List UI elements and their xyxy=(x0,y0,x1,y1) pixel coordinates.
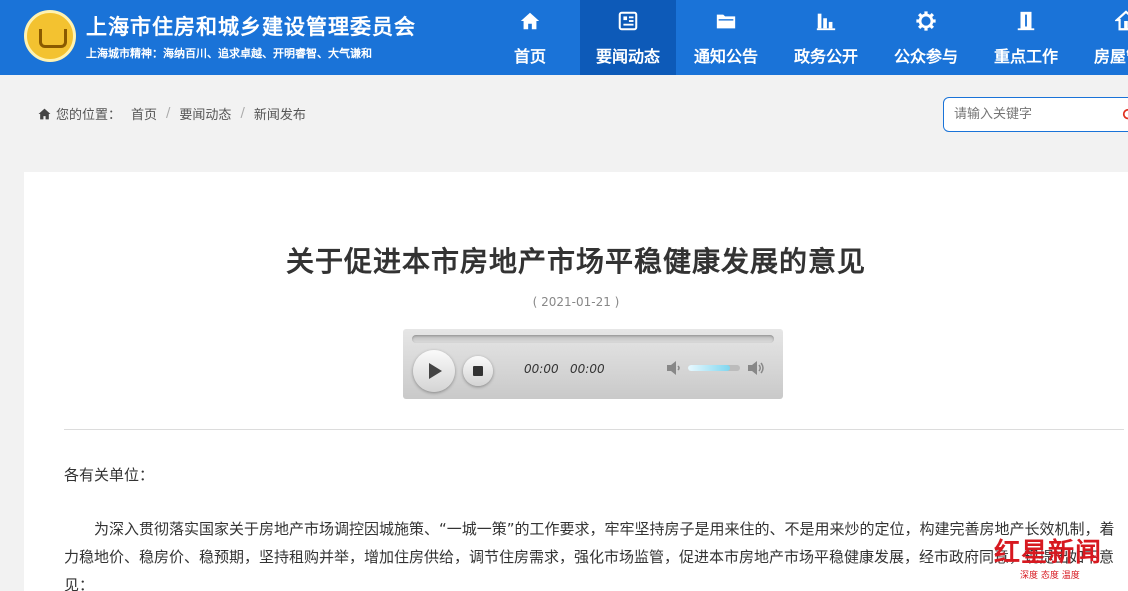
watermark-tagline: 深度 态度 温度 xyxy=(1020,571,1080,581)
site-title[interactable]: 上海市住房和城乡建设管理委员会 xyxy=(86,11,416,41)
audio-progress-bar[interactable] xyxy=(412,335,774,343)
news-icon xyxy=(618,11,638,31)
breadcrumb: 您的位置： 首页 / 要闻动态 / 新闻发布 xyxy=(38,104,306,123)
current-time: 00:00 xyxy=(524,362,559,376)
volume-icon[interactable] xyxy=(747,360,765,376)
bar-chart-icon xyxy=(816,13,836,31)
watermark-logo: 红星新闻 深度 态度 温度 xyxy=(994,532,1124,584)
breadcrumb-separator: / xyxy=(240,106,245,121)
article-date: ( 2021-01-21 ) xyxy=(532,295,620,309)
stop-button[interactable] xyxy=(463,356,493,386)
nav-label: 要闻动态 xyxy=(595,47,660,66)
search-box xyxy=(943,97,1128,132)
site-slogan: 上海城市精神：海纳百川、追求卓越、开明睿智、大气谦和 xyxy=(86,47,372,60)
total-time: 00:00 xyxy=(570,362,605,376)
breadcrumb-separator: / xyxy=(166,106,171,121)
main-nav: 首页 要闻动态 通知公告 政务公开 公众参与 重点工作 房屋管理 xyxy=(480,0,1128,75)
site-header: 上海市住房和城乡建设管理委员会 上海城市精神：海纳百川、追求卓越、开明睿智、大气… xyxy=(0,0,1128,75)
nav-item-gov-affairs[interactable]: 政务公开 xyxy=(776,0,876,75)
home-icon xyxy=(520,12,540,30)
nav-item-public[interactable]: 公众参与 xyxy=(876,0,976,75)
article-paragraph: 为深入贯彻落实国家关于房地产市场调控因城施策、“一城一策”的工作要求，牢牢坚持房… xyxy=(64,520,1115,591)
article-greeting: 各有关单位： xyxy=(64,466,155,484)
nav-label: 政务公开 xyxy=(793,47,858,66)
search-input[interactable] xyxy=(944,98,1114,131)
nav-label: 房屋管理 xyxy=(1093,47,1128,66)
watermark-brand: 红星新闻 xyxy=(994,538,1103,568)
nav-label: 首页 xyxy=(513,47,546,66)
breadcrumb-prefix: 您的位置： xyxy=(56,108,122,123)
article-title: 关于促进本市房地产市场平稳健康发展的意见 xyxy=(285,245,866,278)
play-button[interactable] xyxy=(413,350,455,392)
site-logo[interactable] xyxy=(24,10,76,62)
audio-player: 00:00 00:00 xyxy=(403,329,783,399)
volume-slider[interactable] xyxy=(688,365,740,371)
nav-label: 公众参与 xyxy=(893,47,958,66)
nav-item-news[interactable]: 要闻动态 xyxy=(580,0,676,75)
breadcrumb-press-release[interactable]: 新闻发布 xyxy=(254,104,306,123)
volume-level xyxy=(688,365,730,371)
nav-label: 通知公告 xyxy=(693,47,758,66)
mute-icon[interactable] xyxy=(666,360,684,376)
gear-icon xyxy=(916,11,936,31)
folder-icon xyxy=(716,14,736,29)
nav-item-key-work[interactable]: 重点工作 xyxy=(976,0,1076,75)
article-card: 关于促进本市房地产市场平稳健康发展的意见 ( 2021-01-21 ) 00:0… xyxy=(24,172,1128,591)
search-icon[interactable] xyxy=(1122,108,1128,122)
nav-item-home[interactable]: 首页 xyxy=(480,0,580,75)
breadcrumb-home[interactable]: 首页 xyxy=(131,104,157,123)
house-icon xyxy=(1115,10,1128,31)
home-icon xyxy=(38,108,51,119)
nav-item-notices[interactable]: 通知公告 xyxy=(676,0,776,75)
nav-item-housing[interactable]: 房屋管理 xyxy=(1076,0,1128,75)
play-icon xyxy=(429,363,442,379)
nav-label: 重点工作 xyxy=(993,47,1058,66)
breadcrumb-news[interactable]: 要闻动态 xyxy=(179,104,231,123)
divider xyxy=(64,429,1124,430)
building-icon xyxy=(1017,11,1035,31)
